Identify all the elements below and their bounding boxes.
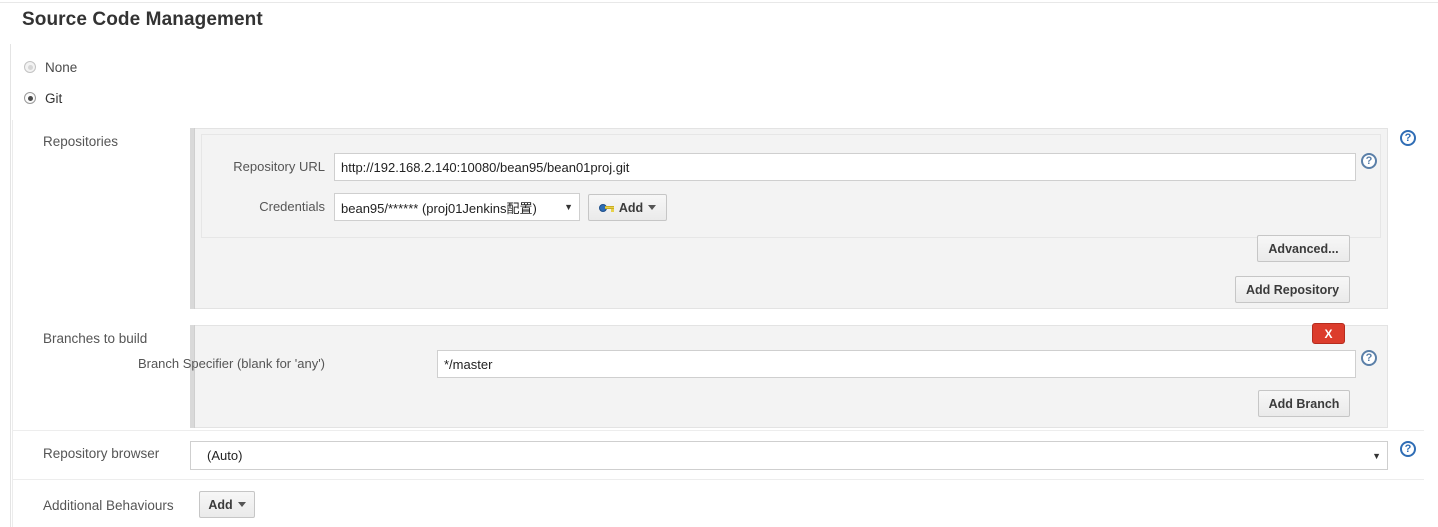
radio-none-icon[interactable] xyxy=(24,61,36,73)
scm-option-git[interactable]: Git xyxy=(24,89,62,107)
row-label-repository-browser: Repository browser xyxy=(43,446,160,461)
page-title: Source Code Management xyxy=(22,9,263,30)
repository-browser-value: (Auto) xyxy=(207,448,243,463)
additional-behaviours-add-button[interactable]: Add xyxy=(199,491,255,518)
advanced-button[interactable]: Advanced... xyxy=(1257,235,1350,262)
left-rail-line-secondary xyxy=(12,120,13,527)
row-label-repositories: Repositories xyxy=(43,134,119,149)
row-separator xyxy=(12,479,1424,480)
chevron-down-icon: ▼ xyxy=(1372,450,1381,461)
add-branch-button[interactable]: Add Branch xyxy=(1258,390,1350,417)
key-icon xyxy=(598,203,614,213)
row-label-additional-behaviours: Additional Behaviours xyxy=(43,498,174,513)
close-icon: X xyxy=(1324,326,1333,341)
credentials-add-button[interactable]: Add xyxy=(588,194,667,221)
help-icon-branch-specifier[interactable]: ? xyxy=(1361,350,1377,366)
repository-browser-select[interactable]: (Auto) ▼ xyxy=(190,441,1388,470)
repository-entry-subpanel xyxy=(201,134,1381,238)
branch-specifier-input[interactable] xyxy=(437,350,1356,378)
branch-specifier-label: Branch Specifier (blank for 'any') xyxy=(137,356,325,371)
delete-branch-button[interactable]: X xyxy=(1312,323,1345,344)
left-rail-line xyxy=(10,44,11,527)
credentials-select[interactable]: bean95/****** (proj01Jenkins配置) ▼ xyxy=(334,193,580,221)
chevron-down-icon: ▼ xyxy=(564,202,573,212)
credentials-label: Credentials xyxy=(259,199,325,214)
help-icon-repository-browser[interactable]: ? xyxy=(1400,441,1416,457)
row-label-branches-to-build: Branches to build xyxy=(43,331,148,346)
add-repository-button-label: Add Repository xyxy=(1245,282,1340,297)
radio-git-icon[interactable] xyxy=(24,92,36,104)
scm-option-none-label: None xyxy=(45,59,78,75)
repository-url-label: Repository URL xyxy=(233,159,325,174)
chevron-down-icon xyxy=(237,502,246,507)
additional-behaviours-add-label: Add xyxy=(208,497,233,512)
repository-url-input[interactable] xyxy=(334,153,1356,181)
chevron-down-icon xyxy=(648,205,657,210)
credentials-add-button-label: Add xyxy=(618,200,644,215)
advanced-button-label: Advanced... xyxy=(1268,241,1339,256)
help-icon-repository-url[interactable]: ? xyxy=(1361,153,1377,169)
add-branch-button-label: Add Branch xyxy=(1268,396,1340,411)
top-divider xyxy=(0,2,1438,3)
credentials-select-value: bean95/****** (proj01Jenkins配置) xyxy=(341,200,537,216)
help-icon-repositories[interactable]: ? xyxy=(1400,130,1416,146)
add-repository-button[interactable]: Add Repository xyxy=(1235,276,1350,303)
row-separator xyxy=(12,430,1424,431)
scm-option-git-label: Git xyxy=(45,90,63,106)
scm-option-none[interactable]: None xyxy=(24,58,77,76)
